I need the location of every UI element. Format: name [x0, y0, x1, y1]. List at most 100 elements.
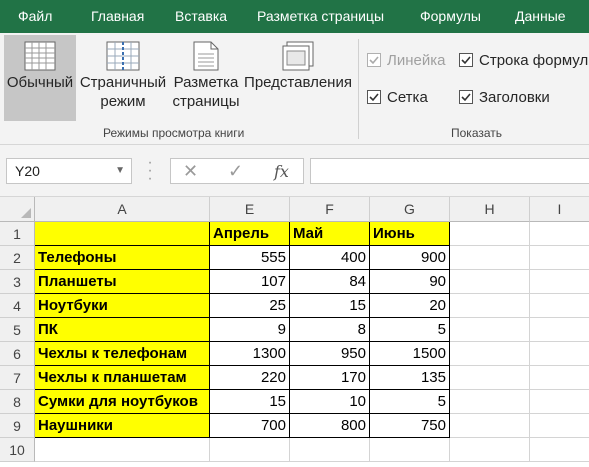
cell[interactable]: 5: [370, 318, 450, 342]
cell[interactable]: [450, 342, 530, 366]
cell[interactable]: 220: [210, 366, 290, 390]
row-header[interactable]: 1: [0, 222, 35, 246]
formula-input[interactable]: [310, 158, 589, 184]
row-header[interactable]: 7: [0, 366, 35, 390]
cell[interactable]: Планшеты: [35, 270, 210, 294]
page-break-view-label-line1: Страничный: [79, 74, 167, 91]
cell[interactable]: [450, 270, 530, 294]
cell[interactable]: [370, 438, 450, 462]
cell[interactable]: 90: [370, 270, 450, 294]
select-all-button[interactable]: [0, 197, 35, 222]
cell[interactable]: [530, 342, 589, 366]
row-header[interactable]: 9: [0, 414, 35, 438]
row-header[interactable]: 2: [0, 246, 35, 270]
cell[interactable]: 1300: [210, 342, 290, 366]
cell[interactable]: 5: [370, 390, 450, 414]
normal-view-icon: [24, 41, 56, 71]
cell[interactable]: [450, 222, 530, 246]
cell[interactable]: ПК: [35, 318, 210, 342]
custom-views-button[interactable]: Представления: [244, 35, 352, 121]
column-header-i[interactable]: I: [530, 197, 589, 222]
cell[interactable]: 8: [290, 318, 370, 342]
cell[interactable]: [35, 222, 210, 246]
cell[interactable]: [35, 438, 210, 462]
cell[interactable]: [450, 390, 530, 414]
cell[interactable]: Чехлы к телефонам: [35, 342, 210, 366]
page-layout-view-button[interactable]: Разметка страницы: [170, 35, 242, 121]
cell[interactable]: [530, 222, 589, 246]
cell[interactable]: [530, 270, 589, 294]
cell[interactable]: [530, 294, 589, 318]
tab-home[interactable]: Главная: [91, 0, 144, 33]
cell[interactable]: [530, 414, 589, 438]
cell[interactable]: 900: [370, 246, 450, 270]
cell[interactable]: [530, 246, 589, 270]
column-header-a[interactable]: A: [35, 197, 210, 222]
cell[interactable]: [530, 318, 589, 342]
cell[interactable]: 135: [370, 366, 450, 390]
formula-bar-checkbox[interactable]: Строка формул: [459, 50, 588, 70]
column-header-e[interactable]: E: [210, 197, 290, 222]
column-header-g[interactable]: G: [370, 197, 450, 222]
name-box[interactable]: Y20 ▼: [6, 158, 132, 184]
cell[interactable]: 9: [210, 318, 290, 342]
row-header[interactable]: 3: [0, 270, 35, 294]
ruler-checkbox[interactable]: Линейка: [367, 50, 445, 70]
cell[interactable]: 10: [290, 390, 370, 414]
cell[interactable]: [530, 366, 589, 390]
drag-handle-icon[interactable]: · · ·: [147, 155, 153, 187]
tab-insert[interactable]: Вставка: [175, 0, 227, 33]
insert-function-icon[interactable]: fx: [274, 162, 289, 181]
row-header[interactable]: 8: [0, 390, 35, 414]
chevron-down-icon[interactable]: ▼: [115, 165, 125, 176]
cell[interactable]: [450, 438, 530, 462]
cell[interactable]: [530, 438, 589, 462]
column-header-h[interactable]: H: [450, 197, 530, 222]
cell[interactable]: 950: [290, 342, 370, 366]
cell[interactable]: 400: [290, 246, 370, 270]
cell[interactable]: 20: [370, 294, 450, 318]
cell[interactable]: [210, 438, 290, 462]
cell[interactable]: Чехлы к планшетам: [35, 366, 210, 390]
row-header[interactable]: 5: [0, 318, 35, 342]
cell[interactable]: 15: [290, 294, 370, 318]
cell[interactable]: 700: [210, 414, 290, 438]
cell[interactable]: 800: [290, 414, 370, 438]
enter-icon[interactable]: ✓: [228, 161, 243, 182]
row-header[interactable]: 10: [0, 438, 35, 462]
tab-file[interactable]: Файл: [18, 0, 52, 33]
cell[interactable]: Сумки для ноутбуков: [35, 390, 210, 414]
cell[interactable]: [290, 438, 370, 462]
headings-checkbox[interactable]: Заголовки: [459, 87, 550, 107]
normal-view-button[interactable]: Обычный: [4, 35, 76, 121]
cell[interactable]: 555: [210, 246, 290, 270]
cell[interactable]: 25: [210, 294, 290, 318]
cell[interactable]: Апрель: [210, 222, 290, 246]
cell[interactable]: 1500: [370, 342, 450, 366]
column-header-f[interactable]: F: [290, 197, 370, 222]
cell[interactable]: [450, 246, 530, 270]
row-header[interactable]: 4: [0, 294, 35, 318]
gridlines-checkbox[interactable]: Сетка: [367, 87, 428, 107]
cell[interactable]: 84: [290, 270, 370, 294]
cell[interactable]: Май: [290, 222, 370, 246]
tab-formulas[interactable]: Формулы: [420, 0, 481, 33]
row-header[interactable]: 6: [0, 342, 35, 366]
cell[interactable]: 170: [290, 366, 370, 390]
cell[interactable]: [450, 318, 530, 342]
cell[interactable]: [450, 414, 530, 438]
cell[interactable]: Ноутбуки: [35, 294, 210, 318]
tab-page-layout[interactable]: Разметка страницы: [257, 0, 384, 33]
page-break-view-button[interactable]: Страничный режим: [78, 35, 168, 121]
cell[interactable]: Телефоны: [35, 246, 210, 270]
cell[interactable]: [450, 294, 530, 318]
cell[interactable]: Наушники: [35, 414, 210, 438]
cell[interactable]: [530, 390, 589, 414]
cell[interactable]: 107: [210, 270, 290, 294]
tab-data[interactable]: Данные: [515, 0, 566, 33]
cancel-icon[interactable]: ✕: [183, 161, 198, 182]
cell[interactable]: 750: [370, 414, 450, 438]
cell[interactable]: [450, 366, 530, 390]
cell[interactable]: 15: [210, 390, 290, 414]
cell[interactable]: Июнь: [370, 222, 450, 246]
